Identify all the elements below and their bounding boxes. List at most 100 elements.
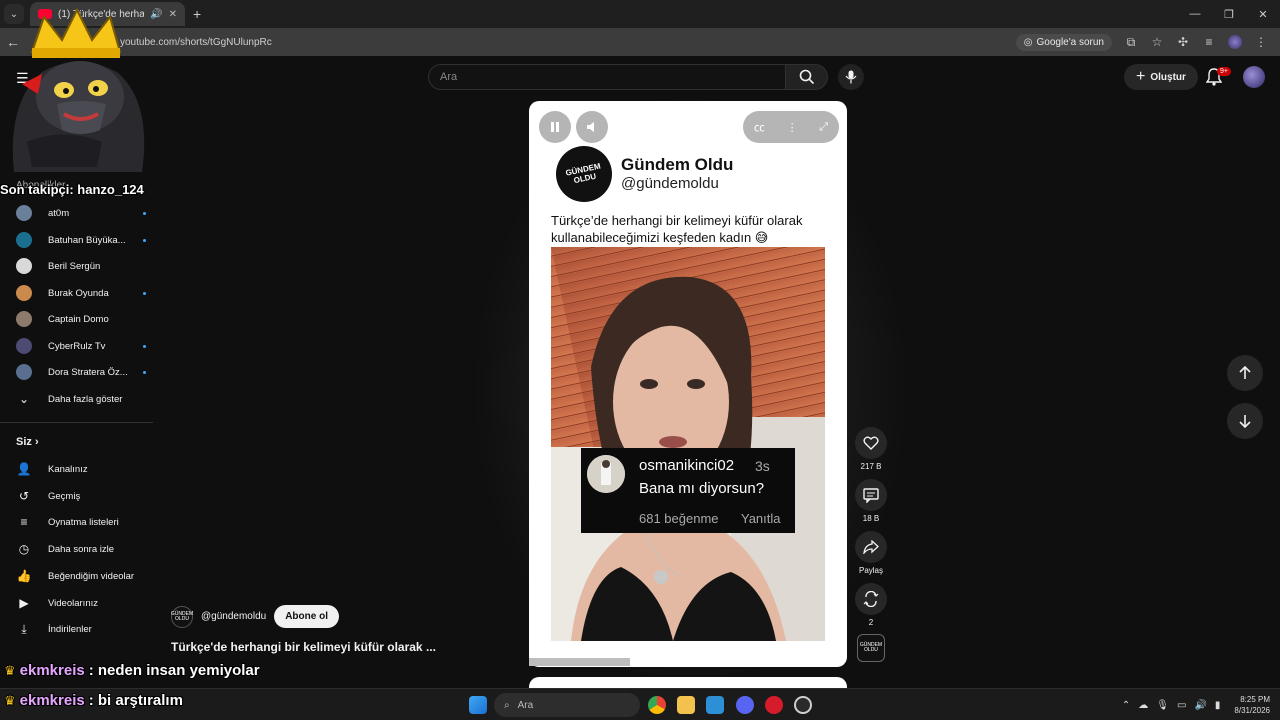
live-dot bbox=[143, 370, 146, 374]
sidebar-item-label: Kanalınız bbox=[48, 463, 88, 475]
more-options-icon[interactable]: ⋮ bbox=[787, 121, 798, 134]
volume-icon[interactable]: 🔊 bbox=[1194, 700, 1206, 711]
sidebar-item-liked-videos[interactable]: 👍 Beğendiğim videolar bbox=[16, 564, 146, 588]
pause-button[interactable] bbox=[539, 111, 571, 143]
arrow-up-icon bbox=[1239, 366, 1251, 379]
comments-button[interactable] bbox=[855, 479, 887, 511]
video-progress-bar[interactable] bbox=[529, 658, 630, 666]
comment-popup[interactable]: osmanikinci02 3s Bana mı diyorsun? 681 b… bbox=[581, 448, 795, 533]
google-ask-button[interactable]: ◎ Google'a sorun bbox=[1015, 33, 1112, 51]
comment-user: osmanikinci02 bbox=[639, 457, 735, 474]
sidebar-item-history[interactable]: ↺ Geçmiş bbox=[16, 484, 146, 508]
playlist-icon: ≡ bbox=[20, 515, 28, 529]
chat-user: ekmkreis bbox=[19, 692, 85, 709]
sidebar-item-your-videos[interactable]: ▶ Videolarınız bbox=[16, 591, 146, 615]
channel-avatar bbox=[16, 364, 32, 380]
reading-list-icon[interactable]: ≡ bbox=[1202, 35, 1216, 49]
like-button[interactable] bbox=[855, 427, 887, 459]
chat-text: : neden insan yemiyolar bbox=[88, 662, 260, 679]
profile-avatar[interactable] bbox=[1228, 35, 1242, 49]
sidebar-item-playlists[interactable]: ≡ Oynatma listeleri bbox=[16, 510, 146, 534]
microphone-icon bbox=[845, 70, 857, 84]
obs-icon[interactable] bbox=[794, 696, 812, 714]
chevron-up-icon[interactable]: ⌃ bbox=[1122, 700, 1130, 711]
volume-button[interactable] bbox=[576, 111, 608, 143]
comments-action[interactable]: 18 B bbox=[855, 479, 887, 523]
display-icon[interactable]: ▭ bbox=[1177, 700, 1186, 711]
remix-button[interactable] bbox=[855, 583, 887, 615]
short-title[interactable]: Türkçe'de herhangi bir kelimeyi küfür ol… bbox=[171, 640, 436, 654]
search-input[interactable]: Ara bbox=[428, 64, 786, 90]
sidebar-item-subscription[interactable]: CyberRulz Tv bbox=[16, 334, 146, 358]
share-action[interactable]: Paylaş bbox=[855, 531, 887, 575]
speaker-icon[interactable]: 🔊 bbox=[150, 9, 162, 20]
reply-button[interactable]: Yanıtla bbox=[741, 511, 781, 526]
subscribe-button[interactable]: Abone ol bbox=[274, 605, 339, 628]
install-app-icon[interactable]: ⧉ bbox=[1124, 35, 1138, 50]
file-explorer-icon[interactable] bbox=[677, 696, 695, 714]
system-clock[interactable]: 8:25 PM 8/31/2026 bbox=[1234, 694, 1270, 716]
sidebar-divider bbox=[0, 422, 153, 423]
sidebar-item-subscription[interactable]: Batuhan Büyüka... bbox=[16, 228, 146, 252]
microphone-icon[interactable]: 🎙 bbox=[1156, 700, 1169, 711]
post-caption: Türkçe’de herhangi bir kelimeyi küfür ol… bbox=[551, 213, 803, 245]
chat-user: ekmkreis bbox=[19, 662, 85, 679]
channel-avatar bbox=[16, 311, 32, 327]
channel-handle[interactable]: @gündemoldu bbox=[201, 611, 266, 622]
battery-icon[interactable]: ▮ bbox=[1215, 700, 1221, 711]
sound-source-logo[interactable]: GÜNDEM OLDU bbox=[857, 634, 885, 662]
video-icon: ▶ bbox=[19, 596, 29, 610]
browser-menu-icon[interactable]: ⋮ bbox=[1254, 35, 1268, 49]
discord-icon[interactable] bbox=[736, 696, 754, 714]
create-button[interactable]: + Oluştur bbox=[1124, 64, 1198, 90]
windows-start-icon[interactable] bbox=[469, 696, 487, 714]
minimize-icon[interactable]: — bbox=[1178, 0, 1212, 28]
remix-action[interactable]: 2 bbox=[855, 583, 887, 627]
you-heading[interactable]: Siz › bbox=[16, 436, 39, 448]
window-controls: — ❐ ✕ bbox=[1178, 0, 1280, 28]
restore-icon[interactable]: ❐ bbox=[1212, 0, 1246, 28]
chat-message: ♛ ekmkreis : neden insan yemiyolar bbox=[4, 662, 260, 679]
channel-label: Beril Sergün bbox=[48, 260, 101, 272]
comment-likes: 681 beğenme bbox=[639, 511, 719, 526]
commenter-avatar bbox=[587, 455, 625, 493]
taskbar-search-input[interactable]: ⌕ Ara bbox=[494, 693, 640, 717]
sidebar-item-subscription[interactable]: Beril Sergün bbox=[16, 254, 146, 278]
share-label: Paylaş bbox=[858, 566, 883, 575]
channel-label: CyberRulz Tv bbox=[48, 340, 106, 352]
fullscreen-icon[interactable]: ⤢ bbox=[819, 121, 828, 134]
channel-avatar[interactable]: GÜNDEM OLDU bbox=[171, 605, 193, 628]
opera-icon[interactable] bbox=[765, 696, 783, 714]
like-count: 217 B bbox=[860, 462, 882, 471]
cloud-icon[interactable]: ☁ bbox=[1138, 700, 1148, 711]
previous-short-button[interactable] bbox=[1227, 355, 1263, 391]
history-icon: ↺ bbox=[18, 489, 30, 503]
sidebar-item-label: Oynatma listeleri bbox=[48, 516, 119, 528]
show-more-button[interactable]: ⌄ Daha fazla göster bbox=[16, 387, 146, 411]
crown-icon: ♛ bbox=[4, 662, 16, 678]
account-avatar[interactable] bbox=[1243, 66, 1265, 88]
next-short-button[interactable] bbox=[1227, 403, 1263, 439]
captions-icon[interactable]: ㏄ bbox=[754, 119, 765, 135]
sidebar-item-watch-later[interactable]: ◷ Daha sonra izle bbox=[16, 537, 146, 561]
photos-icon[interactable] bbox=[706, 696, 724, 714]
sidebar-item-your-channel[interactable]: 👤 Kanalınız bbox=[16, 457, 146, 481]
extensions-icon[interactable]: ✣ bbox=[1176, 35, 1190, 49]
bookmark-star-icon[interactable]: ☆ bbox=[1150, 35, 1164, 49]
like-action[interactable]: 217 B bbox=[855, 427, 887, 471]
close-tab-icon[interactable]: ✕ bbox=[169, 9, 177, 20]
shorts-player[interactable]: ㏄ ⋮ ⤢ GÜNDEM OLDU Gündem Oldu @gündemold… bbox=[529, 101, 847, 667]
commenter-avatar-image bbox=[587, 455, 625, 493]
voice-search-button[interactable] bbox=[838, 64, 864, 90]
sidebar-item-subscription[interactable]: at0m bbox=[16, 201, 146, 225]
crow-mascot-image bbox=[12, 7, 145, 172]
sidebar-item-subscription[interactable]: Burak Oyunda bbox=[16, 281, 146, 305]
plus-icon[interactable]: + bbox=[193, 6, 201, 22]
chrome-icon[interactable] bbox=[648, 696, 666, 714]
close-window-icon[interactable]: ✕ bbox=[1246, 0, 1280, 28]
sidebar-item-subscription[interactable]: Captain Domo bbox=[16, 307, 146, 331]
sidebar-item-downloads[interactable]: ⤓ İndirilenler bbox=[16, 617, 146, 641]
search-button[interactable] bbox=[786, 64, 828, 90]
share-button[interactable] bbox=[855, 531, 887, 563]
sidebar-item-subscription[interactable]: Dora Stratera Öz... bbox=[16, 360, 146, 384]
